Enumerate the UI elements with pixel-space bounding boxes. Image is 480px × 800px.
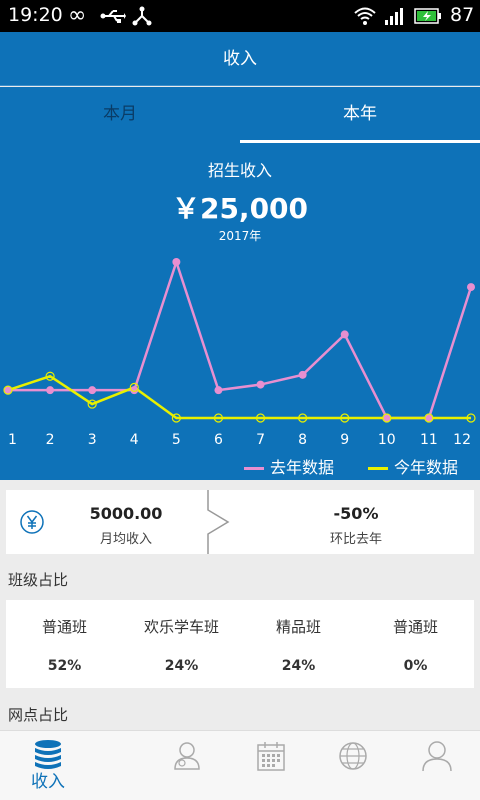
class-item: 普通班 0% <box>357 600 474 688</box>
x-tick-label: 5 <box>172 432 181 448</box>
class-name: 普通班 <box>41 618 87 636</box>
signal-icon <box>385 8 403 25</box>
tab-month[interactable]: 本月 <box>0 87 240 143</box>
legend-label-last-year: 去年数据 <box>270 458 335 477</box>
data-point-last-year <box>467 283 475 292</box>
x-tick-label: 10 <box>378 432 396 448</box>
status-bar: 19:20 ∞ 87 <box>0 0 480 32</box>
class-pct: 24% <box>164 658 199 674</box>
x-tick-label: 4 <box>130 432 139 448</box>
legend-last-year: 去年数据 <box>244 454 334 478</box>
yoy-label: 环比去年 <box>329 532 382 547</box>
class-item: 精品班 24% <box>240 600 357 688</box>
nav-item-income[interactable]: 收入 <box>0 731 96 800</box>
person-icon <box>422 741 452 772</box>
legend-this-year: 今年数据 <box>368 454 458 478</box>
data-point-last-year <box>46 386 55 395</box>
battery-icon <box>414 8 441 24</box>
data-point-last-year <box>172 258 181 266</box>
class-name: 精品班 <box>275 618 321 636</box>
x-tick-label: 9 <box>340 432 349 448</box>
income-chart-panel: 招生收入 ￥25,000 2017年 1 2 3 4 5 6 7 8 9 10 11 12 去年数据 … <box>0 143 480 480</box>
nav-item-profile[interactable] <box>388 731 480 800</box>
page-title: 收入 <box>0 32 480 86</box>
data-point-last-year <box>214 386 223 395</box>
bottom-nav: 收入 <box>0 730 480 800</box>
nav-label-income: 收入 <box>31 772 65 792</box>
class-pct: 24% <box>281 658 316 674</box>
period-tabs: 本月 本年 <box>0 87 480 143</box>
x-tick-label: 6 <box>214 432 223 448</box>
legend-swatch-last-year <box>244 467 264 470</box>
x-tick-label: 8 <box>298 432 307 448</box>
branch-share-title: 网点占比 <box>8 706 69 724</box>
data-point-last-year <box>88 386 97 395</box>
yoy-value: -50% <box>333 504 379 523</box>
status-time: 19:20 <box>8 4 63 26</box>
class-name: 普通班 <box>392 618 438 636</box>
class-item: 欢乐学车班 24% <box>123 600 240 688</box>
x-tick-label: 12 <box>453 432 471 448</box>
class-share-title: 班级占比 <box>8 571 69 589</box>
infinity-icon: ∞ <box>68 3 87 28</box>
monthly-average-label: 月均收入 <box>99 532 152 547</box>
line-chart: 1 2 3 4 5 6 7 8 9 10 11 12 <box>3 257 476 448</box>
globe-icon <box>339 742 367 770</box>
data-point-last-year <box>298 370 307 379</box>
class-pct: 52% <box>47 658 82 674</box>
usb-icon <box>100 10 126 23</box>
x-tick-label: 1 <box>8 432 17 448</box>
battery-level: 87 <box>450 4 475 26</box>
x-tick-label: 3 <box>88 432 97 448</box>
class-item: 普通班 52% <box>6 600 123 688</box>
monthly-average-value: 5000.00 <box>89 504 163 523</box>
legend-label-this-year: 今年数据 <box>394 458 459 477</box>
class-name: 欢乐学车班 <box>143 618 219 636</box>
summary-card: 5000.00 月均收入 -50% 环比去年 <box>6 490 474 554</box>
x-tick-label: 2 <box>46 432 55 448</box>
x-tick-label: 11 <box>420 432 438 448</box>
data-point-last-year <box>256 380 265 389</box>
class-share-card: 普通班 52% 欢乐学车班 24% 精品班 24% 普通班 0% <box>6 600 474 688</box>
calendar-icon <box>257 742 285 771</box>
users-icon <box>174 742 200 770</box>
class-pct: 0% <box>403 658 428 674</box>
tab-year[interactable]: 本年 <box>240 87 480 143</box>
legend-swatch-this-year <box>368 467 388 470</box>
series-line-this-year <box>7 374 471 420</box>
yen-icon <box>20 510 44 534</box>
chevron-divider <box>207 490 230 554</box>
x-tick-label: 7 <box>256 432 265 448</box>
wifi-icon <box>354 7 376 25</box>
data-point-last-year <box>340 330 349 339</box>
share-icon <box>132 6 152 26</box>
